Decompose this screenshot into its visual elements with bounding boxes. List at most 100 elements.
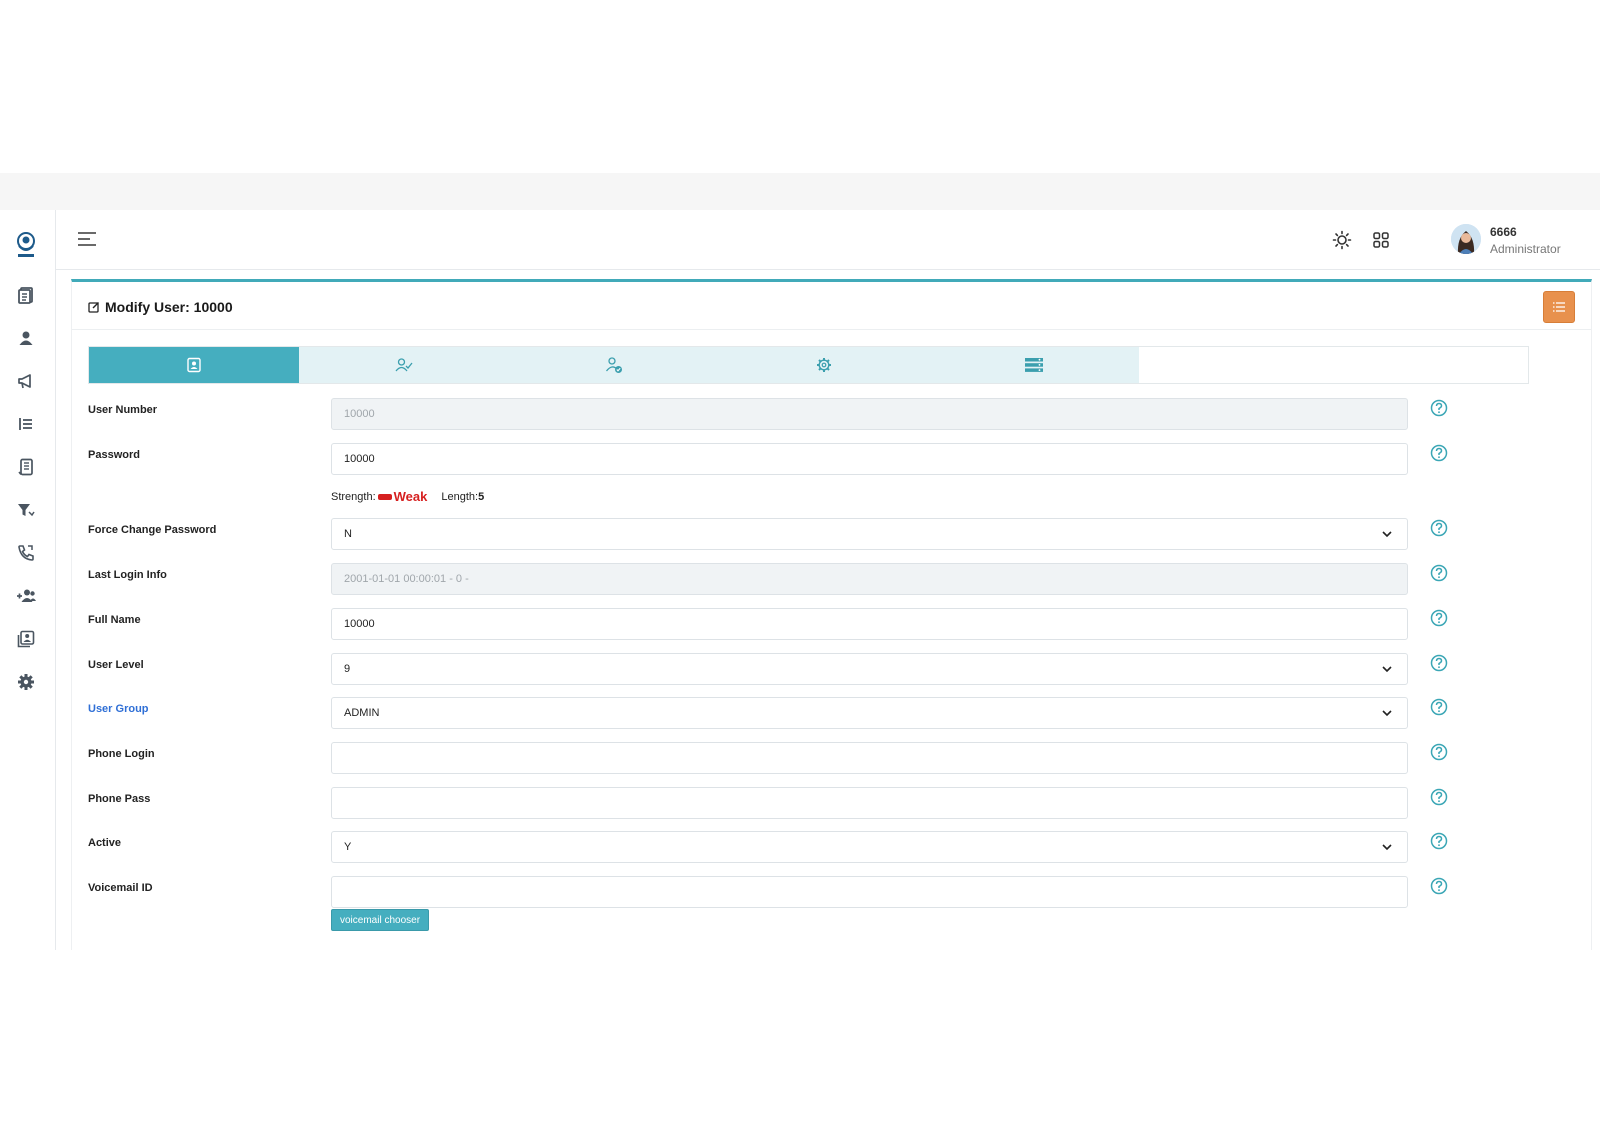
strength-label: Strength: — [331, 490, 376, 503]
length-label: Length: — [441, 490, 479, 503]
topbar: 6666 Administrator — [56, 210, 1600, 270]
help-icon[interactable] — [1430, 877, 1448, 895]
logo-icon[interactable] — [12, 230, 40, 260]
chevron-down-icon — [1382, 710, 1392, 717]
tab-user-verification[interactable] — [509, 347, 719, 383]
list-icon — [1553, 302, 1565, 312]
user-verified-icon — [605, 357, 622, 373]
password-input[interactable]: 10000 — [331, 443, 1408, 475]
help-icon[interactable] — [1430, 519, 1448, 537]
script-icon — [18, 458, 33, 476]
label-force-change-password: Force Change Password — [88, 524, 217, 536]
tab-user-permissions[interactable] — [299, 347, 509, 383]
user-group-value: ADMIN — [344, 707, 380, 719]
strength-bar — [377, 493, 392, 500]
menu-toggle-icon[interactable] — [76, 230, 98, 248]
chevron-down-icon — [1382, 666, 1392, 673]
user-number-input: 10000 — [331, 398, 1408, 430]
phone-login-input[interactable] — [331, 742, 1408, 774]
user-level-value: 9 — [344, 663, 351, 675]
user-avatar-icon — [1451, 224, 1481, 254]
user-role: Administrator — [1490, 242, 1561, 256]
sidebar-item-user-groups[interactable] — [14, 584, 38, 608]
user-info-icon — [187, 357, 201, 373]
tab-bar — [88, 346, 1529, 384]
user-icon — [19, 331, 33, 345]
apps-button[interactable] — [1369, 228, 1393, 252]
voicemail-chooser-button[interactable]: voicemail chooser — [331, 909, 430, 931]
sidebar-item-filters[interactable] — [14, 498, 38, 522]
voicemail-id-input[interactable] — [331, 876, 1408, 908]
chevron-down-icon — [1382, 531, 1392, 538]
grid-icon — [1373, 232, 1389, 248]
page-title-text: Modify User: 10000 — [105, 299, 233, 315]
help-icon[interactable] — [1430, 743, 1448, 761]
help-icon[interactable] — [1430, 609, 1448, 627]
app: 6666 Administrator Modify User: 10000 Us… — [0, 210, 1600, 950]
label-password: Password — [88, 449, 140, 461]
sidebar-item-users[interactable] — [14, 326, 38, 350]
label-active: Active — [88, 837, 122, 849]
gallery-icon — [17, 630, 35, 648]
tab-user-info[interactable] — [89, 347, 299, 383]
sun-icon — [1332, 230, 1352, 250]
sidebar — [0, 210, 56, 950]
top-band — [0, 173, 1600, 210]
help-icon[interactable] — [1430, 564, 1448, 582]
page-title: Modify User: 10000 — [88, 299, 233, 315]
strength-value: Weak — [393, 489, 428, 504]
gear-icon — [817, 358, 831, 372]
modify-user-card: Modify User: 10000 User Number 10000 Pas… — [71, 279, 1592, 950]
sidebar-item-campaigns[interactable] — [14, 369, 38, 393]
user-check-icon — [395, 358, 413, 372]
help-icon[interactable] — [1430, 788, 1448, 806]
settings-icon — [18, 674, 34, 690]
sidebar-item-scripts[interactable] — [14, 455, 38, 479]
label-user-number: User Number — [88, 404, 158, 416]
help-icon[interactable] — [1430, 399, 1448, 417]
label-last-login-info: Last Login Info — [88, 569, 167, 581]
sidebar-item-settings[interactable] — [14, 670, 38, 694]
filter-icon — [18, 504, 35, 517]
force-change-password-select[interactable]: N — [331, 518, 1408, 550]
user-list-button[interactable] — [1543, 291, 1575, 323]
chevron-down-icon — [1382, 844, 1392, 851]
list-icon — [19, 418, 32, 430]
card-header: Modify User: 10000 — [72, 282, 1591, 330]
phone-icon — [18, 545, 34, 561]
label-voicemail-id: Voicemail ID — [88, 882, 153, 894]
active-select[interactable]: Y — [331, 831, 1408, 863]
active-value: Y — [344, 841, 352, 853]
last-login-info-input: 2001-01-01 00:00:01 - 0 - — [331, 563, 1408, 595]
label-user-level: User Level — [88, 659, 144, 671]
help-icon[interactable] — [1430, 654, 1448, 672]
full-name-input[interactable]: 10000 — [331, 608, 1408, 640]
reports-icon — [18, 287, 33, 304]
label-full-name: Full Name — [88, 614, 141, 626]
tab-servers[interactable] — [929, 347, 1139, 383]
label-phone-pass: Phone Pass — [88, 793, 151, 805]
length-value: 5 — [478, 490, 485, 503]
user-name: 6666 — [1490, 225, 1517, 239]
theme-toggle-button[interactable] — [1330, 228, 1354, 252]
add-users-icon — [17, 589, 36, 602]
sidebar-item-reports[interactable] — [14, 283, 38, 307]
label-phone-login: Phone Login — [88, 748, 155, 760]
megaphone-icon — [18, 374, 31, 389]
help-icon[interactable] — [1430, 698, 1448, 716]
tab-settings[interactable] — [719, 347, 929, 383]
server-icon — [1025, 358, 1043, 372]
user-level-select[interactable]: 9 — [331, 653, 1408, 685]
phone-pass-input[interactable] — [331, 787, 1408, 819]
edit-icon — [88, 302, 99, 313]
password-strength: Strength: Weak Length: 5 — [331, 489, 484, 504]
sidebar-item-lists[interactable] — [14, 412, 38, 436]
help-icon[interactable] — [1430, 444, 1448, 462]
user-group-select[interactable]: ADMIN — [331, 697, 1408, 729]
sidebar-item-gallery[interactable] — [14, 627, 38, 651]
help-icon[interactable] — [1430, 832, 1448, 850]
force-change-password-value: N — [344, 528, 352, 540]
label-user-group-link[interactable]: User Group — [88, 703, 149, 715]
avatar[interactable] — [1451, 224, 1481, 254]
sidebar-item-calls[interactable] — [14, 541, 38, 565]
